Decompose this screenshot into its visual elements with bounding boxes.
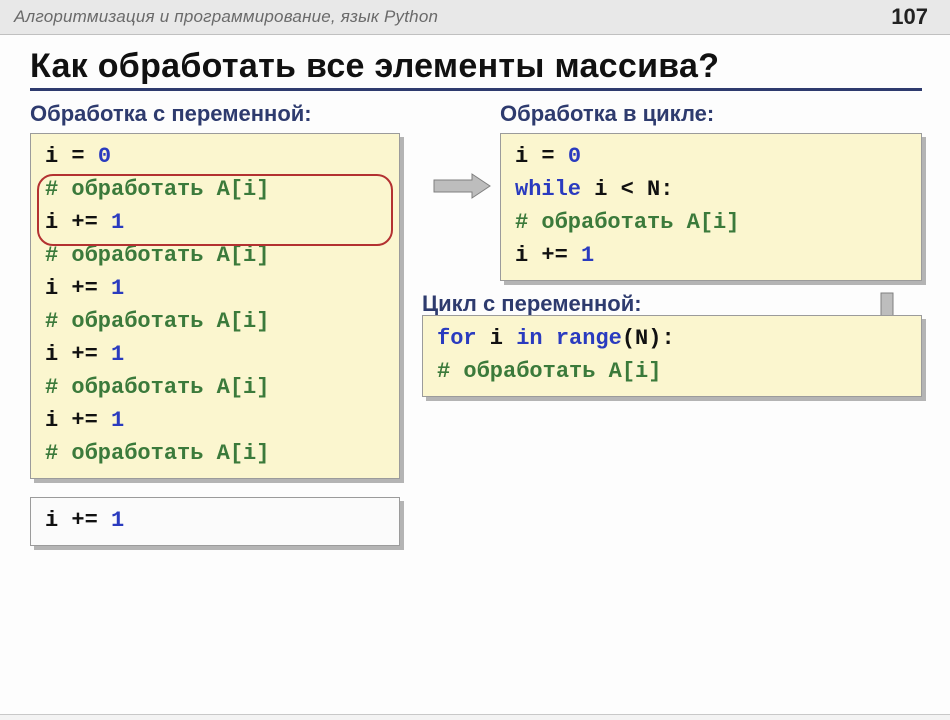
code-token: 1	[111, 276, 124, 301]
code-line: i += 1	[45, 504, 385, 537]
code-token: # обработать A[i]	[45, 375, 269, 400]
code-token: i +=	[45, 210, 111, 235]
code-box-while: i = 0while i < N: # обработать A[i] i +=…	[500, 133, 922, 281]
code-line: i = 0	[515, 140, 907, 173]
code-line: # обработать A[i]	[515, 206, 907, 239]
slide: Алгоритмизация и программирование, язык …	[0, 0, 950, 720]
code-token	[543, 326, 556, 351]
code-token: i +=	[45, 276, 111, 301]
code-token: range	[556, 326, 622, 351]
topbar: Алгоритмизация и программирование, язык …	[0, 0, 950, 35]
code-token: i	[477, 326, 517, 351]
code-line: # обработать A[i]	[45, 371, 385, 404]
code-box-variable: i = 0 # обработать A[i] i += 1 # обработать…	[30, 133, 400, 479]
code-line: # обработать A[i]	[45, 437, 385, 470]
code-line: # обработать A[i]	[437, 355, 907, 388]
columns: Обработка с переменной: i = 0 # обработат…	[30, 101, 922, 546]
right-row-1: Обработка в цикле: i = 0while i < N: # о…	[422, 101, 922, 281]
code-token: i +=	[45, 508, 111, 533]
code-box-for: for i in range(N): # обработать A[i]	[422, 315, 922, 397]
code-token: in	[516, 326, 542, 351]
code-token: i +=	[515, 243, 581, 268]
right-heading-2: Цикл с переменной:	[422, 291, 642, 317]
code-token: 1	[111, 508, 124, 533]
code-line: while i < N:	[515, 173, 907, 206]
code-line: # обработать A[i]	[45, 173, 385, 206]
code-token: # обработать A[i]	[45, 243, 269, 268]
code-token: # обработать A[i]	[515, 210, 739, 235]
code-token: # обработать A[i]	[45, 309, 269, 334]
arrow-cell	[432, 101, 492, 206]
code-token: for	[437, 326, 477, 351]
content: Как обработать все элементы массива? Обр…	[0, 35, 950, 556]
code-token: # обработать A[i]	[45, 177, 269, 202]
code-token: while	[515, 177, 581, 202]
page-number: 107	[891, 4, 938, 30]
code-token: 1	[111, 408, 124, 433]
page-title: Как обработать все элементы массива?	[30, 47, 922, 91]
code-token: i < N:	[581, 177, 673, 202]
code-line: i += 1	[515, 239, 907, 272]
code-token: # обработать A[i]	[45, 441, 269, 466]
code-token: i +=	[45, 408, 111, 433]
arrow-right-icon	[432, 171, 492, 206]
code-line: i += 1	[45, 404, 385, 437]
code-line: # обработать A[i]	[45, 239, 385, 272]
code-line: i += 1	[45, 272, 385, 305]
left-heading: Обработка с переменной:	[30, 101, 400, 127]
code-token: 1	[111, 342, 124, 367]
code-token: i =	[45, 144, 98, 169]
code-token: 1	[111, 210, 124, 235]
right-heading-1: Обработка в цикле:	[500, 101, 922, 127]
code-token: 1	[581, 243, 594, 268]
code-line: i += 1	[45, 338, 385, 371]
code-token: i +=	[45, 342, 111, 367]
cycle-row: Цикл с переменной:	[422, 291, 922, 317]
code-token: 0	[568, 144, 581, 169]
code-token: 0	[98, 144, 111, 169]
code-line: # обработать A[i]	[45, 305, 385, 338]
code-line: i = 0	[45, 140, 385, 173]
code-line: i += 1	[45, 206, 385, 239]
breadcrumb: Алгоритмизация и программирование, язык …	[14, 7, 438, 27]
right-column: Обработка в цикле: i = 0while i < N: # о…	[422, 101, 922, 546]
code-line: for i in range(N):	[437, 322, 907, 355]
code-token: (N):	[622, 326, 675, 351]
bottom-bar	[0, 714, 950, 720]
code-token: i =	[515, 144, 568, 169]
left-column: Обработка с переменной: i = 0 # обработат…	[30, 101, 400, 546]
code-box-extra: i += 1	[30, 497, 400, 546]
code-token: # обработать A[i]	[437, 359, 661, 384]
